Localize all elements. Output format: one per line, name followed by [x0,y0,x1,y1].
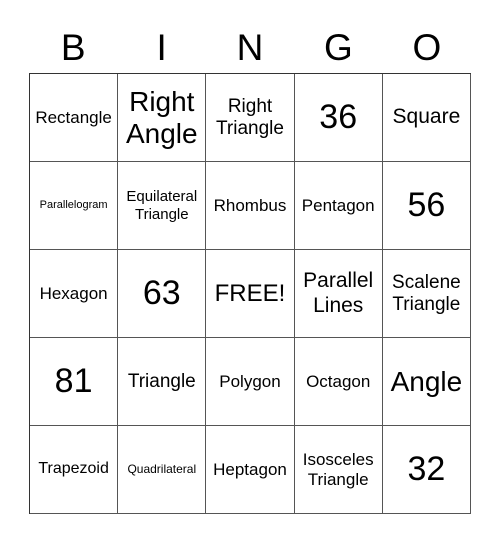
header-letter-o: O [412,27,442,68]
bingo-cell[interactable]: Triangle [118,338,207,426]
bingo-cell[interactable]: Parallelogram [30,162,119,250]
bingo-cell[interactable]: Isosceles Triangle [294,426,383,514]
bingo-cell[interactable]: 36 [294,74,383,162]
bingo-cell[interactable]: Rhombus [206,162,295,250]
bingo-cell-free[interactable]: FREE! [206,250,295,338]
bingo-cell[interactable]: Equilateral Triangle [118,162,207,250]
bingo-cell[interactable]: Trapezoid [30,426,119,514]
bingo-cell[interactable]: Right Triangle [206,74,295,162]
bingo-cell[interactable]: 56 [382,162,471,250]
header-letter-n: N [236,27,264,68]
bingo-cell[interactable]: Polygon [206,338,295,426]
bingo-cell[interactable]: Angle [382,338,471,426]
bingo-cell[interactable]: Pentagon [294,162,383,250]
header-letter-b: B [60,27,86,68]
bingo-cell[interactable]: 32 [382,426,471,514]
bingo-header: B I N G O [29,24,471,72]
bingo-cell[interactable]: 63 [118,250,207,338]
header-letter-g: G [324,27,353,68]
bingo-cell[interactable]: Parallel Lines [294,250,383,338]
bingo-cell[interactable]: Scalene Triangle [382,250,471,338]
bingo-cell[interactable]: Heptagon [206,426,295,514]
bingo-cell[interactable]: Hexagon [30,250,119,338]
bingo-grid: Rectangle Right Angle Right Triangle 36 … [29,73,471,514]
bingo-cell[interactable]: 81 [30,338,119,426]
header-letter-i: I [156,27,167,68]
bingo-cell[interactable]: Rectangle [30,74,119,162]
bingo-cell[interactable]: Octagon [294,338,383,426]
bingo-cell[interactable]: Quadrilateral [118,426,207,514]
bingo-cell[interactable]: Right Angle [118,74,207,162]
bingo-cell[interactable]: Square [382,74,471,162]
